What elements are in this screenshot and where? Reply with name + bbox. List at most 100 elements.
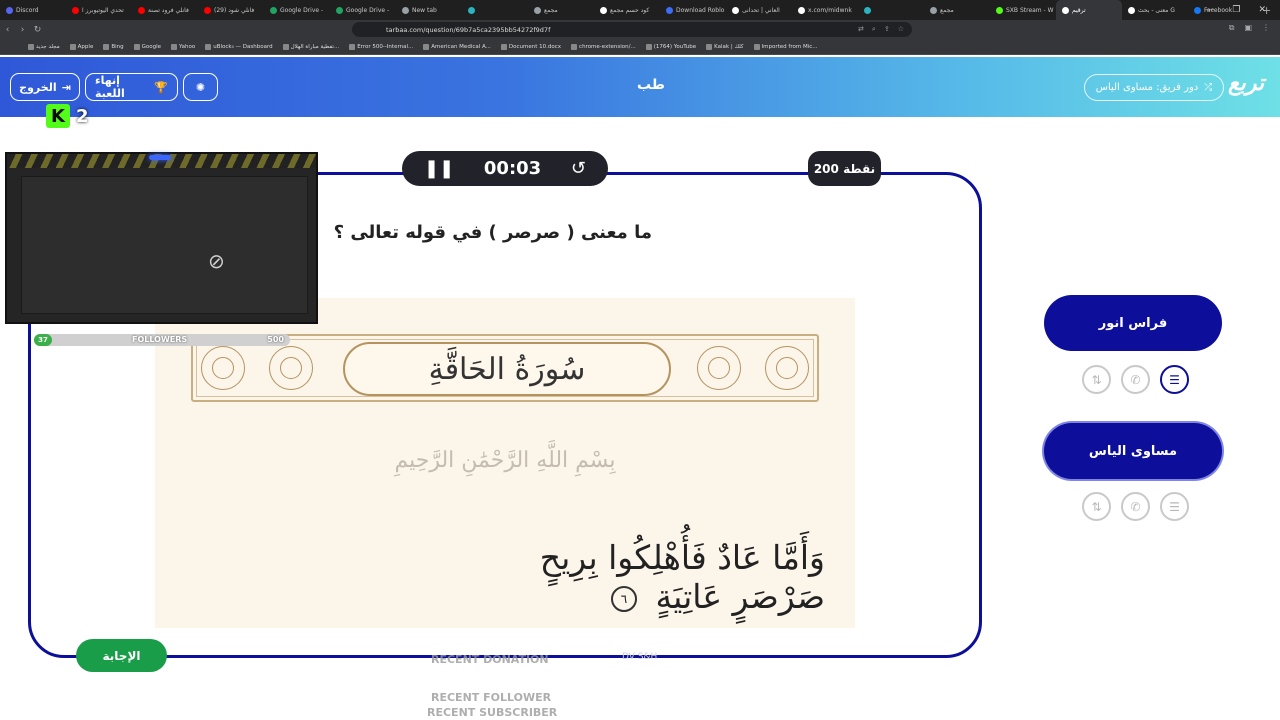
browser-tab[interactable]: العاني | تحدانى — [726, 0, 792, 20]
recent-follower-label: RECENT FOLLOWER — [431, 691, 552, 704]
back-icon[interactable]: ‹ — [0, 25, 15, 35]
bookmark-item[interactable]: مجلد جديد — [28, 43, 60, 50]
ornament-right-outer — [765, 346, 809, 390]
surah-title: سُورَةُ الحَاقَّةِ — [343, 342, 671, 396]
browser-tab[interactable]: Discord — [0, 0, 66, 20]
palette-button[interactable]: ✺ — [183, 73, 218, 101]
bookmark-item[interactable]: Imported from Mic... — [753, 43, 817, 50]
browser-tab[interactable]: مجمع — [528, 0, 594, 20]
list-icon[interactable]: ☰ — [1160, 492, 1189, 521]
extensions-icon[interactable]: ⧉ — [1229, 23, 1235, 33]
bookmark-item[interactable]: chrome-extension/... — [571, 43, 636, 50]
swap-icon[interactable]: ⇅ — [1082, 492, 1111, 521]
bookmark-icon — [753, 43, 760, 50]
app-logo: تربع — [1228, 70, 1265, 96]
bookmark-icon — [69, 43, 76, 50]
question-image: سُورَةُ الحَاقَّةِ بِسْمِ اللَّهِ الرَّح… — [155, 298, 855, 628]
bookmarks-bar: مجلد جديد Apple Bing Google Yahoo uBlock₀ — D… — [0, 39, 1280, 55]
list-icon[interactable]: ☰ — [1160, 365, 1189, 394]
browser-tab[interactable]: New tab — [396, 0, 462, 20]
bookmark-item[interactable]: American Medical A... — [423, 43, 491, 50]
bookmark-star-icon[interactable]: ☆ — [898, 25, 904, 34]
minimize-icon[interactable]: — — [1205, 5, 1214, 15]
trophy-icon: 🏆 — [154, 80, 168, 94]
tab-label: فانلي فرود تصنة — [148, 6, 189, 14]
browser-tab[interactable]: كود حسم مجمع — [594, 0, 660, 20]
shuffle-icon[interactable]: ⤮ — [1204, 82, 1212, 93]
bookmark-label: (1764) YouTube — [653, 43, 697, 50]
maximize-icon[interactable]: ❐ — [1232, 5, 1240, 15]
question-text: ما معنى ( صرصر ) في قوله تعالى ؟ — [333, 222, 652, 243]
webcam-screen: ⊘ — [21, 176, 308, 314]
browser-tab[interactable]: x.com/midwnk — [792, 0, 858, 20]
browser-tab[interactable] — [462, 0, 528, 20]
translate-icon[interactable]: ⇄ — [858, 25, 864, 34]
recent-subscriber-label: RECENT SUBSCRIBER — [427, 706, 558, 719]
team-button-2[interactable]: مساوى الياس — [1044, 423, 1222, 479]
menu-icon[interactable]: ⋮ — [1262, 23, 1270, 33]
end-game-button[interactable]: إنهاء اللعبة 🏆 — [85, 73, 178, 101]
bookmark-item[interactable]: uBlock₀ — Dashboard — [205, 43, 273, 50]
exit-icon: ⇥ — [61, 80, 71, 94]
swap-icon[interactable]: ⇅ — [1082, 365, 1111, 394]
browser-tab[interactable]: ترقيم — [1056, 0, 1122, 20]
browser-tab[interactable]: Google Drive - — [330, 0, 396, 20]
tab-favicon-icon — [534, 6, 541, 14]
bookmark-label: chrome-extension/... — [579, 43, 636, 50]
pause-icon[interactable]: ❚❚ — [424, 158, 454, 179]
bookmark-label: Document 10.docx — [508, 43, 562, 50]
tab-label: العاني | تحدانى — [742, 6, 780, 14]
bookmark-label: uBlock₀ — Dashboard — [213, 43, 273, 50]
bookmark-item[interactable]: Error 500--Internal... — [349, 43, 413, 50]
bookmark-label: Kalak | كلك — [714, 43, 744, 50]
team-2-aids: ⇅ ✆ ☰ — [1082, 492, 1189, 521]
browser-tab[interactable]: مجمع — [924, 0, 990, 20]
close-window-icon[interactable]: ✕ — [1258, 5, 1266, 15]
browser-tab[interactable]: SXB Stream - W — [990, 0, 1056, 20]
bookmark-item[interactable]: تفطية مباراة الهلال... — [282, 43, 339, 50]
tab-favicon-icon — [336, 6, 343, 14]
zoom-icon[interactable]: ⌕ — [872, 25, 876, 34]
exit-button[interactable]: الخروج ⇥ — [10, 73, 80, 101]
ornament-left-inner — [269, 346, 313, 390]
browser-tab[interactable]: (29) فانلي شود — [198, 0, 264, 20]
tab-favicon-icon — [1128, 6, 1135, 14]
sidebar-icon[interactable]: ▣ — [1244, 23, 1252, 33]
phone-icon[interactable]: ✆ — [1121, 492, 1150, 521]
exit-label: الخروج — [19, 80, 57, 94]
url-input[interactable]: tarbaa.com/question/69b7a5ca2395bb54272f… — [352, 22, 912, 37]
browser-tab[interactable]: Download Roblo — [660, 0, 726, 20]
share-icon[interactable]: ⇪ — [884, 25, 890, 34]
webcam-led — [149, 155, 171, 160]
answer-button[interactable]: الإجابة — [76, 639, 167, 672]
bookmark-item[interactable]: Yahoo — [171, 43, 195, 50]
followers-goal-bar: 37 FOLLOWERS 500 — [34, 334, 290, 346]
team-button-1[interactable]: فراس انور — [1044, 295, 1222, 351]
forward-icon[interactable]: › — [15, 25, 30, 35]
browser-tab[interactable]: Google Drive - — [264, 0, 330, 20]
bookmark-item[interactable]: Bing — [103, 43, 124, 50]
bookmark-label: مجلد جديد — [36, 43, 60, 50]
reload-icon[interactable]: ↻ — [30, 25, 45, 35]
bookmark-item[interactable]: Kalak | كلك — [706, 43, 744, 50]
browser-tab[interactable]: تحدي اليوتيوبرز ا — [66, 0, 132, 20]
bookmark-item[interactable]: Document 10.docx — [500, 43, 562, 50]
tab-label: مجمع — [940, 6, 954, 14]
tab-favicon-icon — [798, 6, 805, 14]
browser-tab[interactable]: فانلي فرود تصنة — [132, 0, 198, 20]
bookmark-item[interactable]: (1764) YouTube — [645, 43, 697, 50]
browser-tab[interactable]: معنى - بحث G — [1122, 0, 1188, 20]
bookmark-item[interactable]: Apple — [69, 43, 93, 50]
category-title: طب — [636, 77, 665, 93]
bookmark-icon — [282, 43, 289, 50]
timer-value: 00:03 — [483, 158, 542, 179]
tab-label: SXB Stream - W — [1006, 6, 1054, 14]
tab-favicon-icon — [138, 6, 145, 14]
browser-tab[interactable] — [858, 0, 924, 20]
bookmark-item[interactable]: Google — [133, 43, 161, 50]
bookmark-icon — [645, 43, 652, 50]
bookmark-icon — [103, 43, 110, 50]
tab-favicon-icon — [600, 6, 607, 14]
phone-icon[interactable]: ✆ — [1121, 365, 1150, 394]
reset-timer-icon[interactable]: ↺ — [571, 158, 586, 179]
